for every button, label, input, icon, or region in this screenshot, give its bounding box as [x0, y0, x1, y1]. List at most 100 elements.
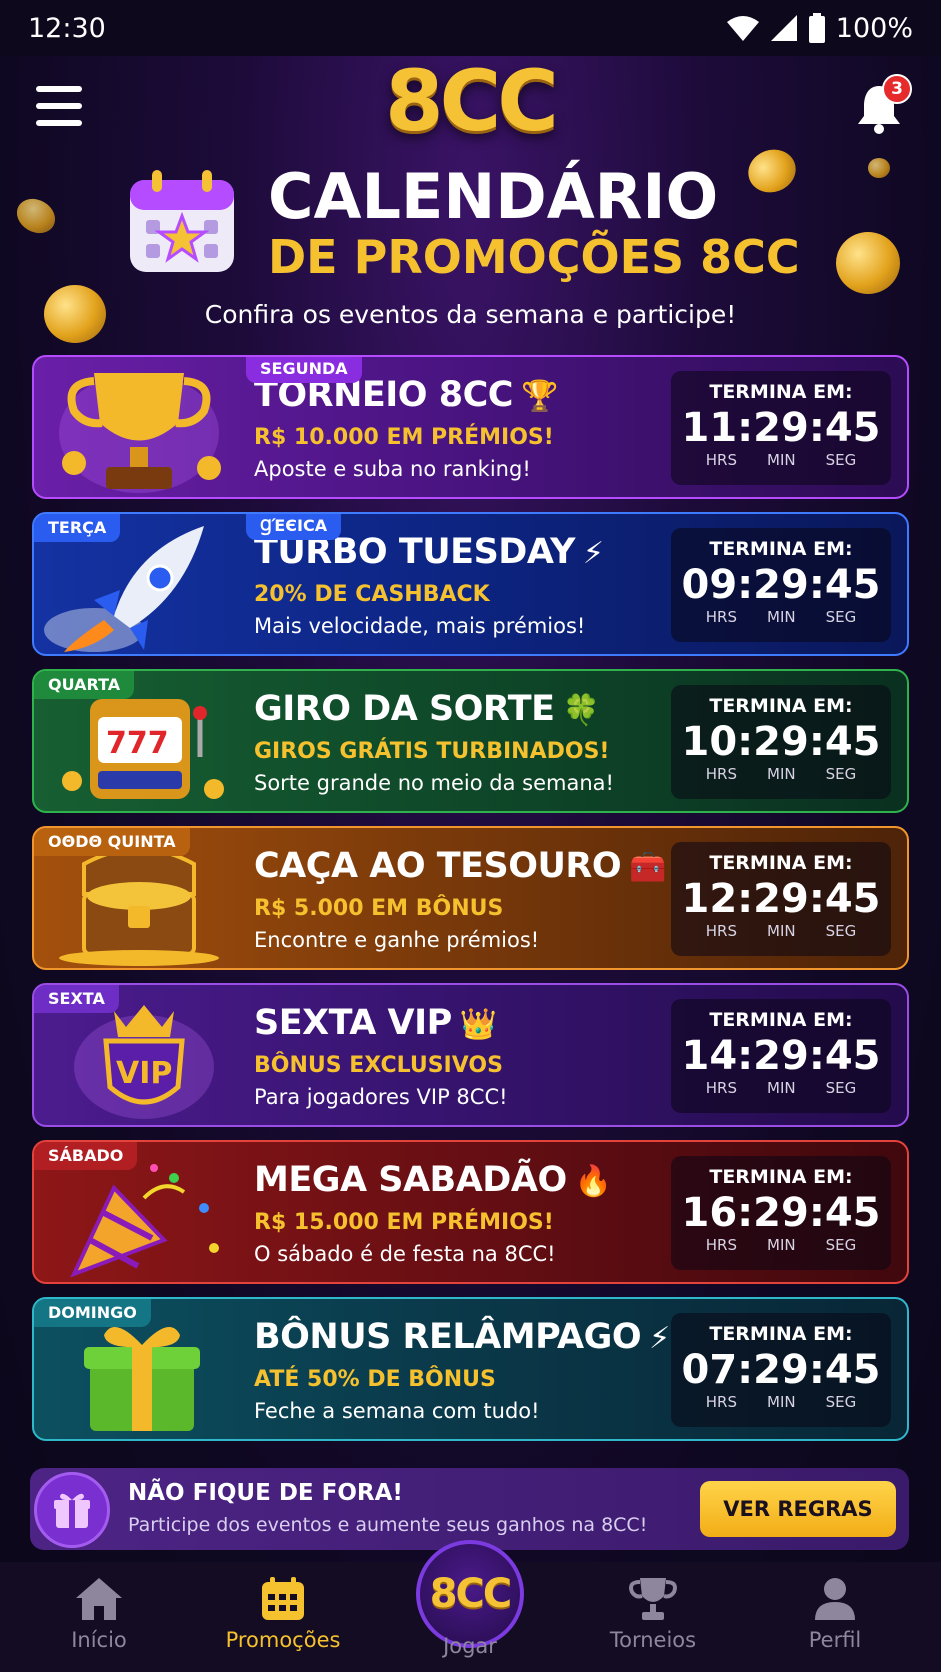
- timer-label: TERMINA EM:: [709, 1323, 853, 1345]
- timer-label: TERMINA EM:: [709, 695, 853, 717]
- timer-label: TERMINA EM:: [709, 1166, 853, 1188]
- calendar-tab-icon: [262, 1577, 304, 1620]
- countdown-timer: TERMINA EM: 09:29:45 HRS MIN SEG: [671, 528, 891, 642]
- day-tag: QUARTA: [34, 671, 135, 699]
- timer-label: TERMINA EM:: [709, 538, 853, 560]
- event-prize: GIROS GRÁTIS TURBINADOS!: [254, 739, 610, 764]
- calendar-icon: [130, 170, 234, 272]
- hero-subtitle: Confira os eventos da semana e participe…: [204, 300, 737, 329]
- event-description: Sorte grande no meio da semana!: [254, 771, 614, 795]
- timer-units: HRS MIN SEG: [705, 922, 857, 940]
- menu-icon[interactable]: [36, 86, 82, 126]
- event-prize: 20% DE CASHBACK: [254, 582, 490, 607]
- app-logo: 8CC: [385, 52, 559, 150]
- timer-label: TERMINA EM:: [709, 852, 853, 874]
- timer-value: 12:29:45: [681, 876, 881, 922]
- event-card-friday[interactable]: SEXTA VIP SEXTA VIP 👑 BÔNUS EXCLUSIVOS Pa…: [32, 983, 909, 1127]
- countdown-timer: TERMINA EM: 12:29:45 HRS MIN SEG: [671, 842, 891, 956]
- event-prize: R$ 5.000 EM BÔNUS: [254, 896, 504, 921]
- hero-title: CALENDÁRIO: [268, 160, 719, 233]
- timer-value: 16:29:45: [681, 1190, 881, 1236]
- day-tag: OΘDΘ QUINTA: [34, 828, 190, 856]
- clover-icon: 🍀: [562, 693, 600, 728]
- event-description: O sábado é de festa na 8CC!: [254, 1242, 556, 1266]
- tab-label: Torneios: [609, 1628, 697, 1652]
- events-list: SEGUNDA TORNEIO 8CC 🏆 R$ 10.000 EM PRÉMIO…: [32, 355, 909, 1454]
- wifi-icon: [726, 16, 759, 41]
- status-time: 12:30: [28, 12, 106, 44]
- countdown-timer: TERMINA EM: 16:29:45 HRS MIN SEG: [671, 1156, 891, 1270]
- event-description: Encontre e ganhe prémios!: [254, 928, 540, 952]
- timer-units: HRS MIN SEG: [705, 765, 857, 783]
- user-icon: [815, 1578, 855, 1620]
- gift-icon: [34, 1472, 110, 1548]
- event-description: Aposte e suba no ranking!: [254, 457, 531, 481]
- play-label: Jogar: [443, 1634, 497, 1658]
- timer-units: HRS MIN SEG: [705, 1236, 857, 1254]
- crown-icon: 👑: [459, 1007, 497, 1042]
- countdown-timer: TERMINA EM: 11:29:45 HRS MIN SEG: [671, 371, 891, 485]
- tab-label: Promoções: [225, 1628, 341, 1652]
- countdown-timer: TERMINA EM: 14:29:45 HRS MIN SEG: [671, 999, 891, 1113]
- event-title: SEXTA VIP 👑: [254, 1003, 497, 1043]
- fire-icon: 🔥: [574, 1164, 612, 1199]
- event-card-saturday[interactable]: SÁBADO MEGA SABADÃO 🔥 R$ 15.000 EM PRÉMIO…: [32, 1140, 909, 1284]
- cta-title: NÃO FIQUE DE FORA!: [128, 1480, 403, 1506]
- event-title: GIRO DA SORTE 🍀: [254, 689, 600, 729]
- event-title: CAÇA AO TESOURO 🧰: [254, 846, 666, 886]
- home-icon: [76, 1578, 122, 1620]
- timer-label: TERMINA EM:: [709, 1009, 853, 1031]
- timer-units: HRS MIN SEG: [705, 608, 857, 626]
- countdown-timer: TERMINA EM: 10:29:45 HRS MIN SEG: [671, 685, 891, 799]
- event-title: MEGA SABADÃO 🔥: [254, 1160, 612, 1200]
- lightning-icon: ⚡: [582, 536, 604, 571]
- event-title: BÔNUS RELÂMPAGO ⚡: [254, 1317, 670, 1357]
- day-tag-secondary: ꞬΈЄICA: [246, 514, 342, 540]
- timer-value: 07:29:45: [681, 1347, 881, 1393]
- cta-banner: NÃO FIQUE DE FORA! Participe dos eventos…: [30, 1468, 909, 1550]
- lightning-icon: ⚡: [649, 1321, 670, 1356]
- tab-promotions[interactable]: Promoções: [218, 1572, 348, 1662]
- day-tag: SÁBADO: [34, 1142, 138, 1170]
- event-card-thursday[interactable]: OΘDΘ QUINTA CAÇA AO TESOURO 🧰 R$ 5.000 EM…: [32, 826, 909, 970]
- event-card-sunday[interactable]: DOMINGO BÔNUS RELÂMPAGO ⚡ ATÉ 50% DE BÔNU…: [32, 1297, 909, 1441]
- trophy-icon: [59, 373, 221, 493]
- timer-value: 09:29:45: [681, 562, 881, 608]
- day-tag: DOMINGO: [34, 1299, 151, 1327]
- event-prize: R$ 15.000 EM PRÉMIOS!: [254, 1210, 554, 1235]
- vip-text: VIP: [116, 1056, 172, 1091]
- event-card-monday[interactable]: SEGUNDA TORNEIO 8CC 🏆 R$ 10.000 EM PRÉMIO…: [32, 355, 909, 499]
- battery-level: 100%: [835, 12, 913, 44]
- tab-label: Perfil: [808, 1628, 862, 1652]
- event-description: Para jogadores VIP 8CC!: [254, 1085, 508, 1109]
- tab-profile[interactable]: Perfil: [770, 1572, 900, 1662]
- event-description: Mais velocidade, mais prémios!: [254, 614, 586, 638]
- battery-icon: [808, 13, 825, 43]
- event-prize: ATÉ 50% DE BÔNUS: [254, 1367, 496, 1392]
- day-tag: TERÇA: [34, 514, 121, 542]
- status-bar: 12:30 100%: [0, 0, 941, 56]
- event-prize: R$ 10.000 EM PRÉMIOS!: [254, 425, 554, 450]
- timer-units: HRS MIN SEG: [705, 451, 857, 469]
- chest-emoji-icon: 🧰: [629, 850, 666, 885]
- view-rules-button[interactable]: VER REGRAS: [700, 1481, 896, 1537]
- timer-value: 14:29:45: [681, 1033, 881, 1079]
- event-description: Feche a semana com tudo!: [254, 1399, 540, 1423]
- notification-badge: 3: [882, 74, 912, 104]
- status-icons: 100%: [726, 13, 913, 44]
- day-tag: SEXTA: [34, 985, 119, 1013]
- event-card-wednesday[interactable]: QUARTA 777 GIRO DA SORTE 🍀 GIROS GRÁTIS T…: [32, 669, 909, 813]
- notifications-button[interactable]: 3: [856, 74, 912, 136]
- timer-value: 11:29:45: [681, 405, 881, 451]
- play-button[interactable]: 8CC: [416, 1540, 524, 1648]
- event-prize: BÔNUS EXCLUSIVOS: [254, 1053, 503, 1078]
- tab-tournaments[interactable]: Torneios: [588, 1572, 718, 1662]
- hero-title-subline: DE PROMOÇÕES 8CC: [268, 230, 800, 284]
- cta-subtitle: Participe dos eventos e aumente seus gan…: [128, 1514, 648, 1536]
- timer-value: 10:29:45: [681, 719, 881, 765]
- event-card-tuesday[interactable]: TERÇA ꞬΈЄICA TURBO TUESDAY ⚡ 20% DE CASHB…: [32, 512, 909, 656]
- trophy-emoji-icon: 🏆: [520, 379, 558, 414]
- tab-label: Início: [71, 1628, 127, 1652]
- signal-icon: [770, 15, 797, 41]
- tab-home[interactable]: Início: [34, 1572, 164, 1662]
